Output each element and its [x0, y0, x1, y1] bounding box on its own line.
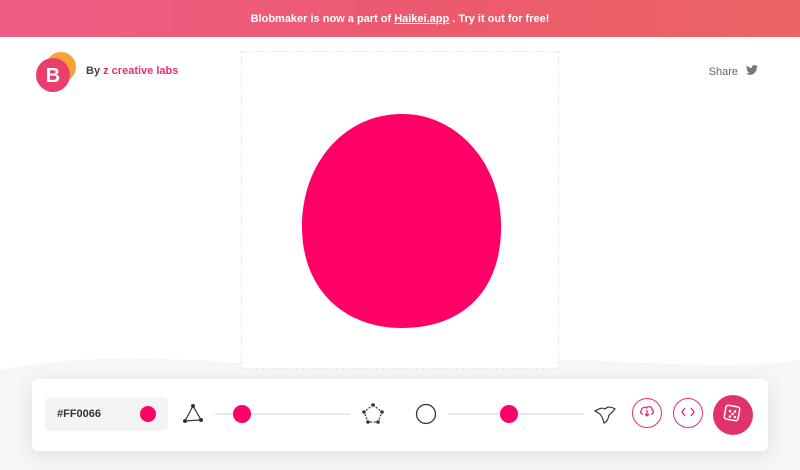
twitter-icon	[746, 65, 758, 78]
spiky-blob-icon	[593, 403, 616, 425]
color-hex-value: #FF0066	[57, 408, 102, 420]
contrast-thumb[interactable]	[500, 405, 519, 423]
blob-canvas	[241, 51, 559, 369]
color-swatch[interactable]	[140, 406, 156, 422]
complexity-thumb[interactable]	[233, 405, 251, 423]
randomize-button[interactable]	[713, 395, 753, 435]
contrast-slider[interactable]	[448, 405, 584, 423]
byline-prefix: By	[86, 65, 101, 77]
code-button[interactable]	[673, 398, 703, 428]
download-icon	[639, 404, 655, 423]
controls-toolbar: #FF0066	[32, 379, 768, 451]
download-button[interactable]	[632, 398, 662, 428]
share-button[interactable]: Share	[709, 65, 758, 78]
logo-icon[interactable]: B	[34, 50, 78, 94]
circle-icon	[415, 403, 437, 425]
share-label: Share	[708, 65, 738, 78]
blob-svg	[302, 113, 502, 328]
code-icon	[681, 404, 695, 422]
color-picker[interactable]: #FF0066	[45, 397, 168, 431]
banner-text-suffix: . Try it out for free!	[452, 12, 550, 25]
haikei-link[interactable]: Haikei.app	[394, 13, 449, 25]
triangle-icon	[182, 403, 204, 425]
byline: By z creative labs	[86, 65, 178, 77]
dice-icon	[723, 403, 743, 428]
blob-shape	[302, 113, 502, 328]
pentagon-icon	[362, 403, 384, 425]
announcement-banner: Blobmaker is now a part of Haikei.app . …	[0, 0, 800, 37]
complexity-slider[interactable]	[215, 405, 350, 423]
banner-text-prefix: Blobmaker is now a part of	[250, 12, 392, 25]
logo-letter: B	[46, 65, 60, 87]
brand-link[interactable]: z creative labs	[103, 65, 178, 77]
